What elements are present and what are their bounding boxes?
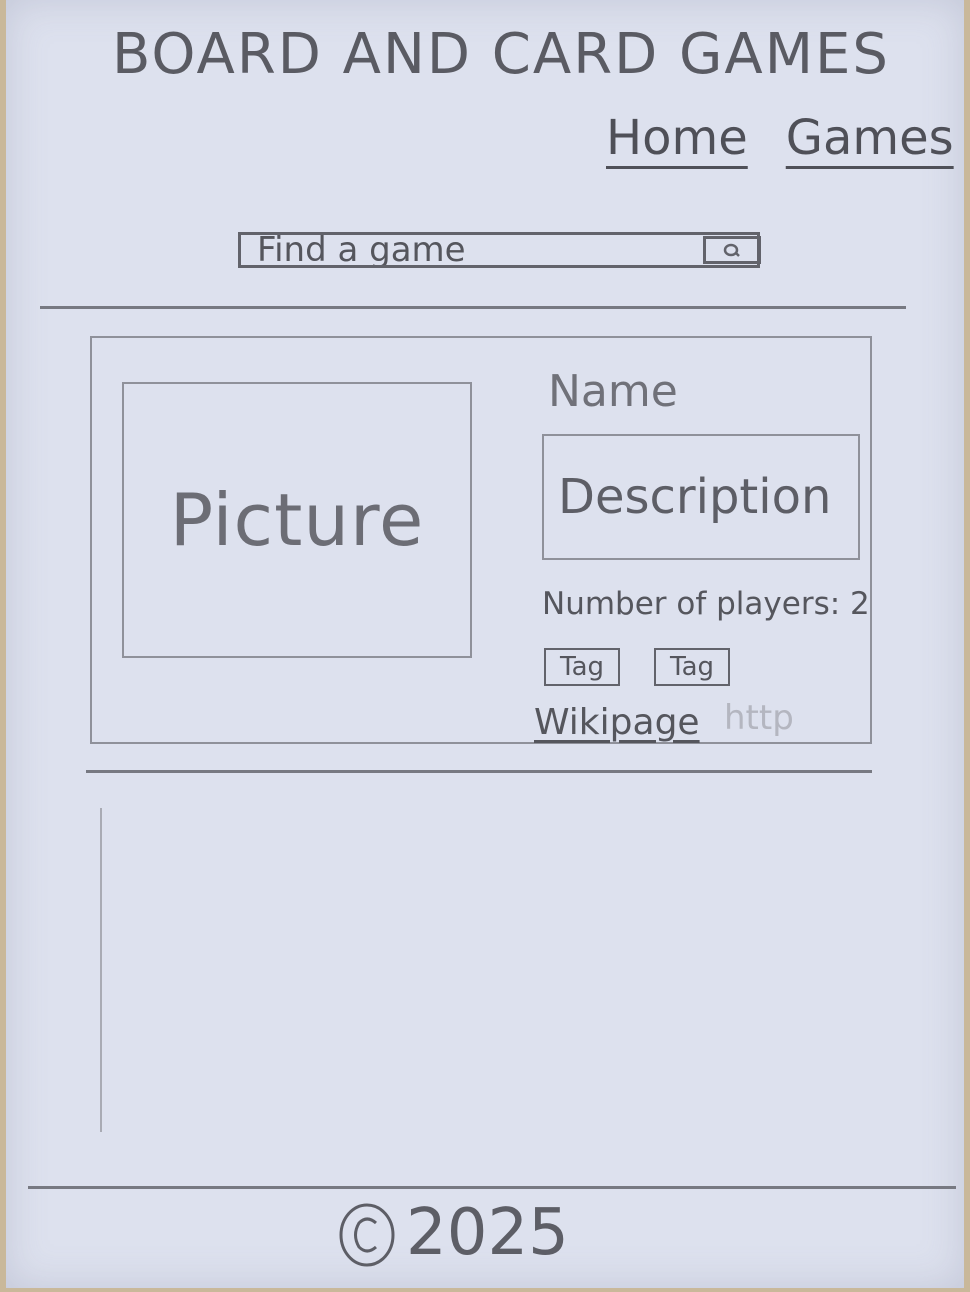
nav-link-games[interactable]: Games — [786, 110, 954, 166]
search-button[interactable] — [703, 236, 761, 264]
wiki-link[interactable]: Wikipage — [534, 702, 700, 743]
nav-link-home[interactable]: Home — [606, 110, 748, 166]
header-divider — [40, 306, 906, 309]
sketch-paper: BOARD AND CARD GAMES Home Games Picture … — [6, 0, 964, 1288]
game-picture-placeholder: Picture — [122, 382, 472, 658]
erased-http-text: http — [724, 698, 794, 738]
card-divider — [86, 770, 872, 773]
picture-label: Picture — [169, 478, 425, 562]
game-card: Picture Name Description Number of playe… — [90, 336, 872, 744]
tag-badge[interactable]: Tag — [544, 648, 621, 686]
tag-badge[interactable]: Tag — [654, 648, 731, 686]
player-count: Number of players: 2 — [542, 586, 870, 622]
game-name: Name — [548, 366, 678, 417]
copyright-icon — [339, 1203, 395, 1267]
search-icon — [723, 243, 740, 257]
footer: 2025 — [336, 1196, 569, 1270]
site-title: BOARD AND CARD GAMES — [112, 22, 890, 87]
copyright-year: 2025 — [406, 1196, 569, 1270]
content-area-edge — [100, 808, 102, 1132]
game-description: Description — [542, 434, 860, 560]
main-nav: Home Games — [606, 110, 954, 166]
footer-divider — [28, 1186, 956, 1189]
description-text: Description — [558, 469, 832, 525]
search-input[interactable] — [241, 235, 703, 265]
tag-list: Tag Tag — [544, 648, 731, 686]
search-bar — [238, 232, 761, 268]
